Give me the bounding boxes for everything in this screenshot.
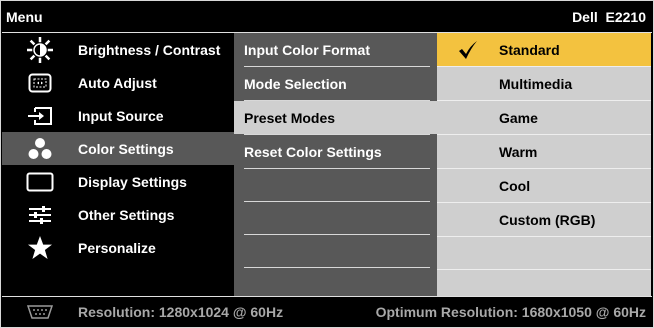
option-label: Custom (RGB) [499, 211, 596, 228]
auto-adjust-icon [2, 66, 78, 99]
option-divider [437, 269, 651, 270]
option-label: Standard [499, 41, 560, 58]
submenu-item-reset-color-settings[interactable]: Reset Color Settings [234, 135, 437, 168]
option-warm[interactable]: Warm [437, 135, 651, 168]
submenu-divider [244, 168, 430, 169]
submenu-divider [244, 267, 430, 268]
vga-connector-icon [2, 305, 78, 319]
menu-title: Menu [6, 9, 43, 25]
option-label: Game [499, 109, 538, 126]
option-cool[interactable]: Cool [437, 169, 651, 202]
menu-item-label: Color Settings [78, 140, 174, 157]
display-settings-icon [2, 165, 78, 198]
submenu-divider [244, 201, 430, 202]
osd-footer: Resolution: 1280x1024 @ 60Hz Optimum Res… [2, 297, 652, 327]
option-label: Multimedia [499, 75, 573, 92]
menu-item-other-settings[interactable]: Other Settings [2, 198, 234, 231]
menu-item-label: Input Source [78, 107, 164, 124]
menu-item-label: Personalize [78, 239, 156, 256]
submenu-item-label: Input Color Format [244, 41, 370, 58]
menu-item-label: Other Settings [78, 206, 175, 223]
menu-item-display-settings[interactable]: Display Settings [2, 165, 234, 198]
osd-frame: Menu Dell E2210 Brightness / Contrast Au… [0, 0, 654, 328]
submenu-item-label: Preset Modes [244, 109, 336, 126]
submenu-item-input-color-format[interactable]: Input Color Format [234, 33, 437, 66]
menu-item-input-source[interactable]: Input Source [2, 99, 234, 132]
option-label: Warm [499, 143, 538, 160]
current-resolution: Resolution: 1280x1024 @ 60Hz [78, 304, 284, 320]
option-label: Cool [499, 177, 531, 194]
option-game[interactable]: Game [437, 101, 651, 134]
submenu-divider [244, 234, 430, 235]
menu-item-auto-adjust[interactable]: Auto Adjust [2, 66, 234, 99]
brightness-icon [2, 33, 78, 66]
checkmark-icon [437, 40, 499, 60]
model-name: Dell E2210 [572, 9, 646, 25]
menu-item-brightness-contrast[interactable]: Brightness / Contrast [2, 33, 234, 66]
submenu-item-label: Mode Selection [244, 75, 347, 92]
option-multimedia[interactable]: Multimedia [437, 67, 651, 100]
option-custom-rgb[interactable]: Custom (RGB) [437, 203, 651, 236]
star-icon [2, 231, 78, 264]
menu-item-label: Brightness / Contrast [78, 41, 221, 58]
menu-item-personalize[interactable]: Personalize [2, 231, 234, 264]
option-standard[interactable]: Standard [437, 33, 651, 66]
osd-header: Menu Dell E2210 [2, 2, 652, 32]
preset-modes-options: Standard Multimedia Game Warm Cool Custo… [437, 33, 651, 296]
color-settings-icon [2, 132, 78, 165]
menu-item-label: Auto Adjust [78, 74, 157, 91]
optimum-resolution: Optimum Resolution: 1680x1050 @ 60Hz [375, 304, 646, 320]
submenu-item-preset-modes[interactable]: Preset Modes [234, 101, 437, 134]
main-menu: Brightness / Contrast Auto Adjust Input … [2, 33, 234, 296]
menu-item-label: Display Settings [78, 173, 187, 190]
other-settings-icon [2, 198, 78, 231]
color-settings-submenu: Input Color Format Mode Selection Preset… [234, 33, 437, 296]
submenu-item-mode-selection[interactable]: Mode Selection [234, 67, 437, 100]
option-divider [437, 236, 651, 237]
input-source-icon [2, 99, 78, 132]
submenu-item-label: Reset Color Settings [244, 143, 382, 160]
menu-item-color-settings[interactable]: Color Settings [2, 132, 234, 165]
